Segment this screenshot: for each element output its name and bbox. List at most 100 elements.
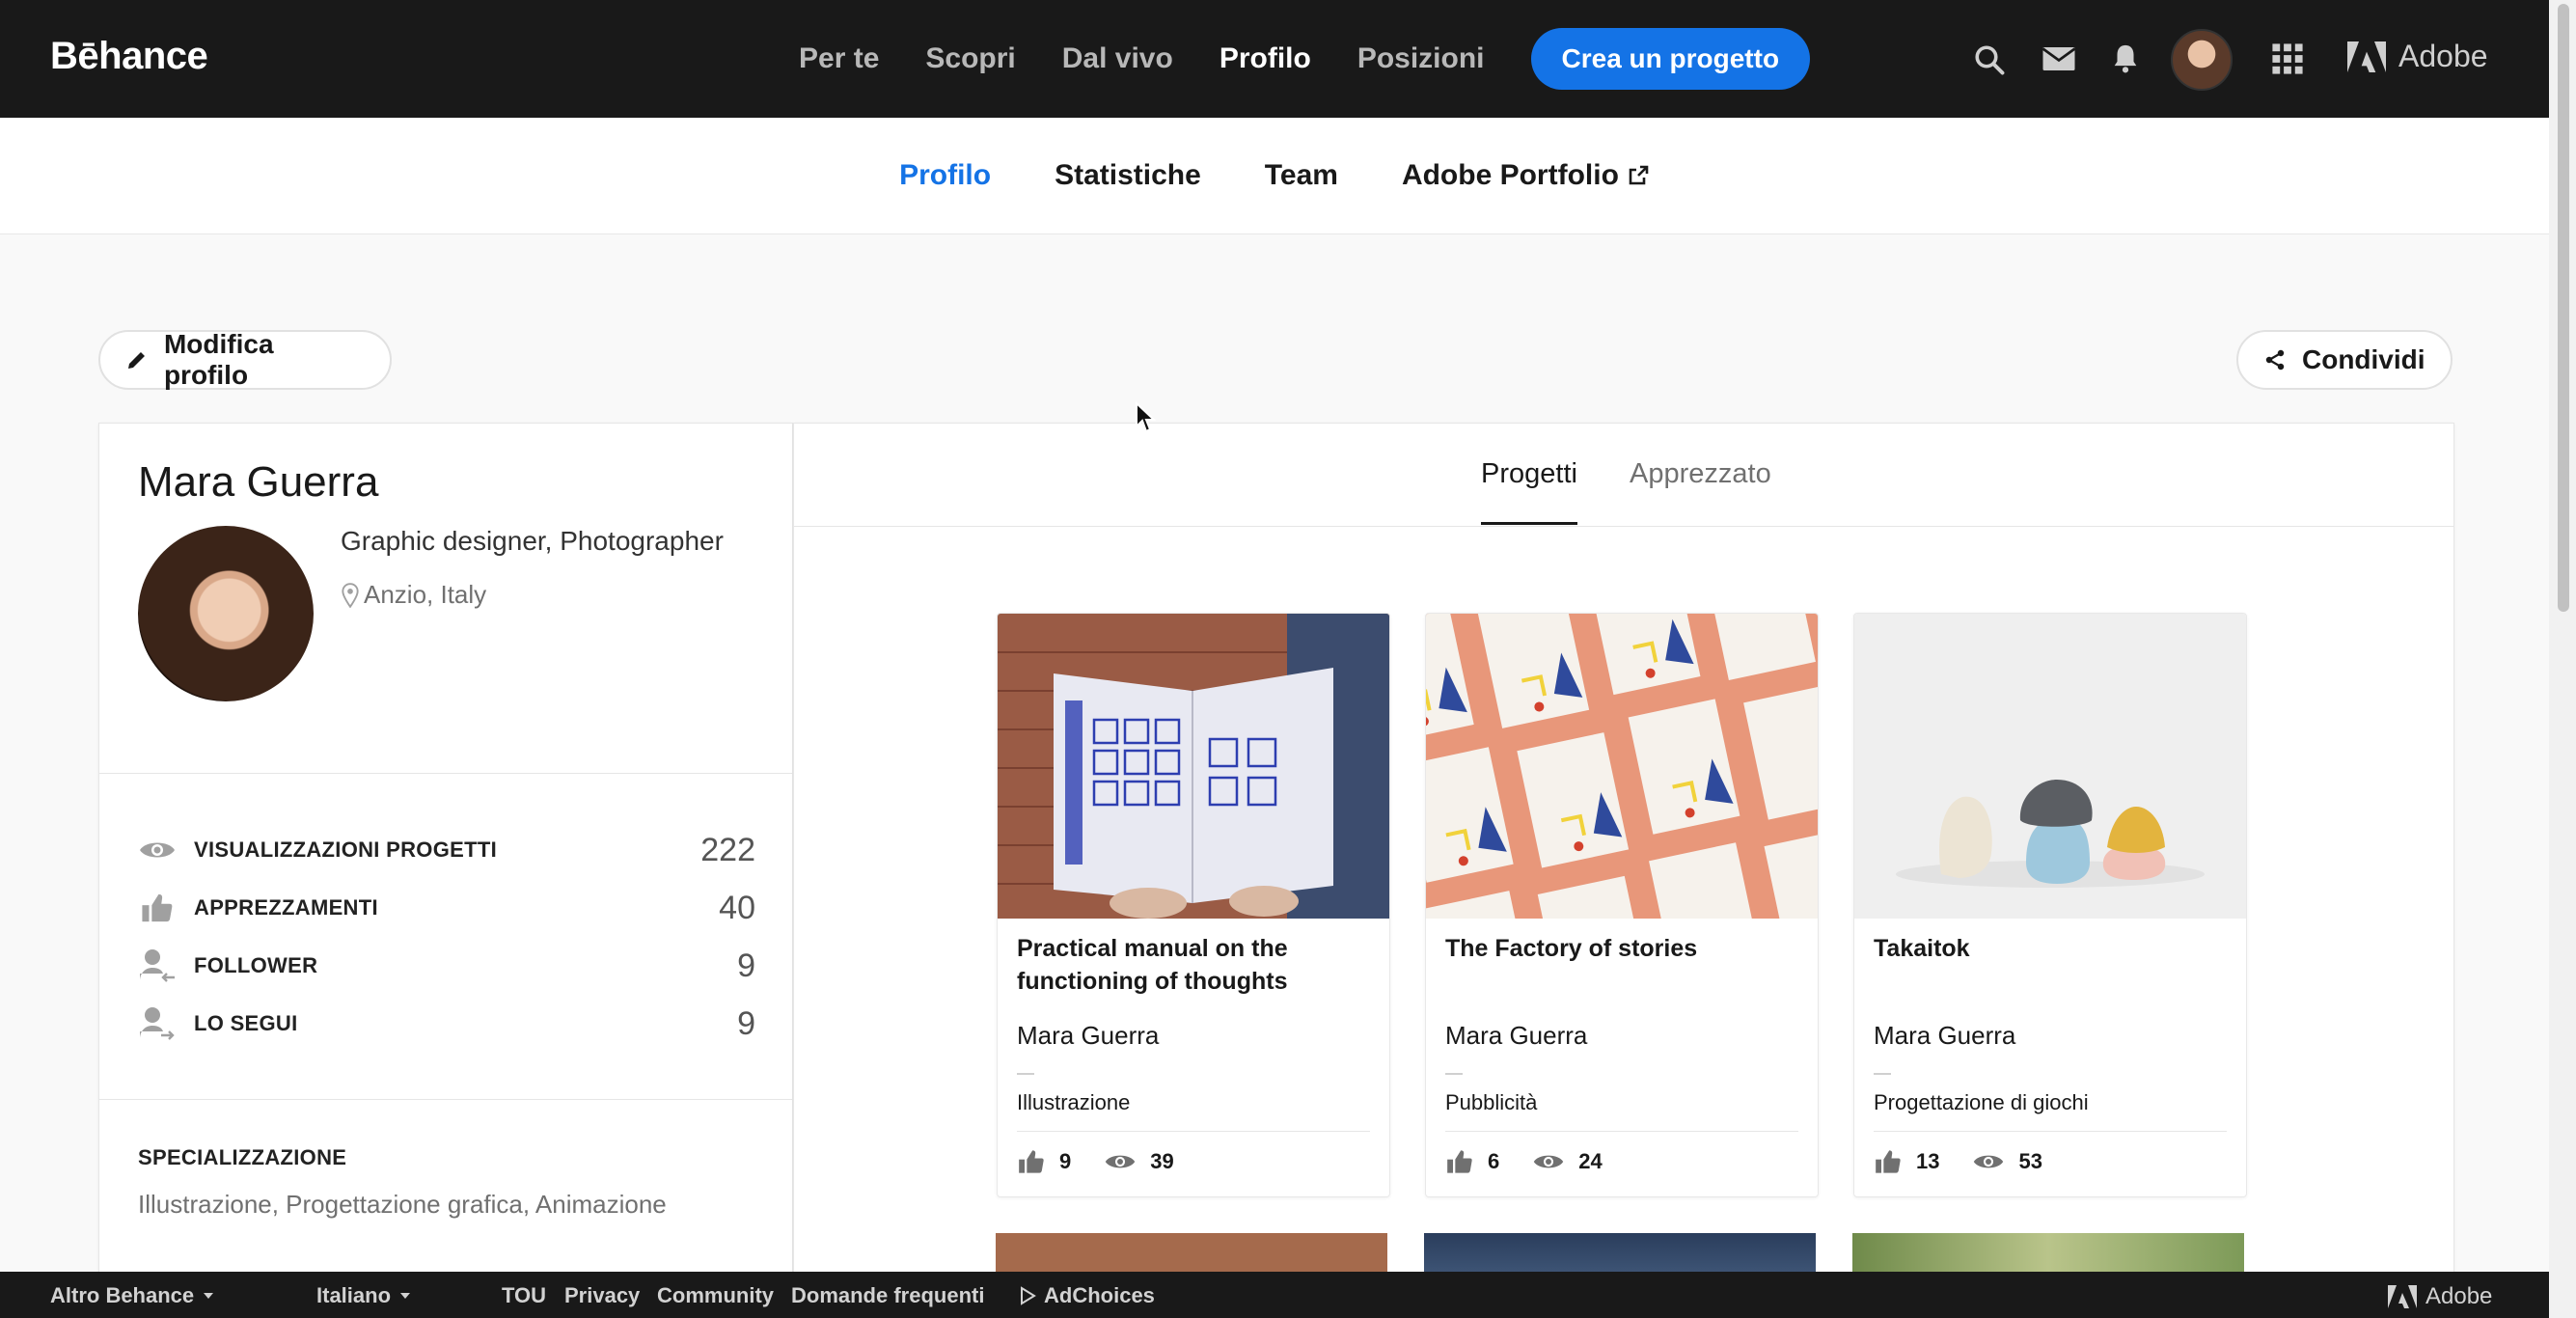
adchoices-icon — [1021, 1286, 1036, 1305]
thumbs-up-icon — [1876, 1150, 1901, 1173]
stat-value: 9 — [737, 947, 755, 984]
project-owner[interactable]: Mara Guerra — [1445, 1021, 1587, 1051]
adobe-link[interactable]: Adobe — [2346, 39, 2488, 74]
project-owner[interactable]: Mara Guerra — [1017, 1021, 1159, 1051]
stat-followers[interactable]: FOLLOWER 9 — [138, 947, 755, 985]
stat-value: 222 — [700, 831, 755, 868]
footer-link-community[interactable]: Community — [657, 1283, 774, 1308]
profile-sidebar: Mara Guerra Graphic designer, Photograph… — [98, 423, 793, 1293]
footer-adobe-label: Adobe — [2425, 1283, 2493, 1309]
profile-subnav: Profilo Statistiche Team Adobe Portfolio — [0, 118, 2549, 234]
divider — [1874, 1131, 2227, 1132]
adobe-logo-icon — [2388, 1285, 2417, 1308]
apps-grid-icon[interactable] — [2271, 42, 2304, 80]
project-owner[interactable]: Mara Guerra — [1874, 1021, 2015, 1051]
search-icon[interactable] — [1972, 42, 2007, 82]
project-title[interactable]: The Factory of stories — [1445, 932, 1798, 965]
language-label: Italiano — [316, 1283, 392, 1307]
project-likes: 13 — [1916, 1149, 1940, 1173]
edit-profile-button[interactable]: Modifica profilo — [98, 329, 392, 390]
scrollbar-thumb[interactable] — [2558, 4, 2569, 612]
subnav-adobe-portfolio[interactable]: Adobe Portfolio — [1402, 159, 1650, 192]
stat-label: VISUALIZZAZIONI PROGETTI — [194, 837, 497, 862]
footer-link-tou[interactable]: TOU — [502, 1283, 546, 1308]
divider — [1874, 1073, 1891, 1075]
bell-icon[interactable] — [2111, 42, 2140, 80]
nav-dal-vivo[interactable]: Dal vivo — [1062, 42, 1173, 75]
external-link-icon — [1629, 165, 1649, 185]
user-avatar[interactable] — [2171, 29, 2233, 91]
subnav-team[interactable]: Team — [1265, 159, 1338, 192]
pencil-icon — [127, 352, 145, 369]
project-views: 39 — [1150, 1149, 1174, 1173]
project-field[interactable]: Progettazione di giochi — [1874, 1090, 2089, 1115]
profile-location[interactable]: Anzio, Italy — [341, 580, 486, 610]
more-behance-dropdown[interactable]: Altro Behance — [50, 1283, 215, 1308]
specialization-title: SPECIALIZZAZIONE — [138, 1145, 347, 1169]
share-label: Condividi — [2302, 344, 2425, 374]
location-pin-icon — [342, 582, 359, 608]
specialization-text: Illustrazione, Progettazione grafica, An… — [138, 1190, 667, 1219]
stat-label: FOLLOWER — [194, 953, 318, 977]
divider — [99, 773, 792, 774]
share-button[interactable]: Condividi — [2236, 330, 2453, 390]
footer-adobe-link[interactable]: Adobe — [2387, 1283, 2492, 1310]
thumbs-up-icon — [138, 889, 177, 927]
eye-icon — [1106, 1155, 1136, 1168]
project-card[interactable]: Practical manual on the functioning of t… — [997, 613, 1390, 1197]
mouse-cursor-icon — [1135, 400, 1157, 439]
adchoices-link[interactable]: AdChoices — [1019, 1283, 1155, 1308]
project-title[interactable]: Practical manual on the functioning of t… — [1017, 932, 1370, 998]
footer-link-faq[interactable]: Domande frequenti — [791, 1283, 984, 1308]
project-title[interactable]: Takaitok — [1874, 932, 2227, 965]
chevron-down-icon — [204, 1293, 214, 1299]
nav-profilo[interactable]: Profilo — [1219, 42, 1311, 75]
divider — [1445, 1073, 1463, 1075]
more-behance-label: Altro Behance — [50, 1283, 195, 1307]
mail-icon[interactable] — [2042, 44, 2076, 78]
thumbs-up-icon — [1019, 1150, 1044, 1173]
nav-scopri[interactable]: Scopri — [925, 42, 1015, 75]
subnav-profilo[interactable]: Profilo — [899, 159, 991, 192]
project-stats: 13 53 — [1874, 1148, 2042, 1175]
project-card[interactable]: The Factory of stories Mara Guerra Pubbl… — [1425, 613, 1819, 1197]
footer-link-privacy[interactable]: Privacy — [564, 1283, 640, 1308]
profile-location-text: Anzio, Italy — [364, 580, 487, 609]
adobe-label: Adobe — [2398, 39, 2488, 73]
stat-appreciations[interactable]: APPREZZAMENTI 40 — [138, 889, 755, 927]
project-card[interactable]: Takaitok Mara Guerra Progettazione di gi… — [1853, 613, 2247, 1197]
language-dropdown[interactable]: Italiano — [316, 1283, 412, 1308]
thumbs-up-icon — [1447, 1150, 1472, 1173]
project-thumbnail[interactable] — [1854, 614, 2246, 919]
active-tab-indicator — [1481, 522, 1577, 525]
project-thumbnail[interactable] — [998, 614, 1389, 919]
stat-value: 40 — [719, 889, 755, 926]
footer: Altro Behance Italiano TOU Privacy Commu… — [0, 1272, 2549, 1318]
create-project-button[interactable]: Crea un progetto — [1530, 28, 1811, 90]
stat-value: 9 — [737, 1004, 755, 1042]
nav-per-te[interactable]: Per te — [799, 42, 879, 75]
profile-role: Graphic designer, Photographer — [341, 526, 724, 556]
divider — [1017, 1073, 1034, 1075]
project-thumbnail[interactable] — [1426, 614, 1818, 919]
stat-project-views[interactable]: VISUALIZZAZIONI PROGETTI 222 — [138, 831, 755, 869]
main-nav: Per te Scopri Dal vivo Profilo Posizioni… — [799, 0, 1811, 118]
edit-profile-label: Modifica profilo — [163, 329, 274, 390]
tab-apprezzato[interactable]: Apprezzato — [1630, 458, 1771, 490]
project-tabs: Progetti Apprezzato — [794, 424, 2453, 527]
project-field[interactable]: Illustrazione — [1017, 1090, 1130, 1115]
subnav-adobe-portfolio-label: Adobe Portfolio — [1401, 159, 1619, 191]
tab-progetti[interactable]: Progetti — [1481, 458, 1577, 490]
chevron-down-icon — [400, 1293, 411, 1299]
subnav-statistiche[interactable]: Statistiche — [1055, 159, 1201, 192]
behance-logo[interactable]: Bēhance — [50, 35, 208, 78]
stat-following[interactable]: LO SEGUI 9 — [138, 1004, 755, 1043]
project-views: 53 — [2018, 1149, 2042, 1173]
project-field[interactable]: Pubblicità — [1445, 1090, 1537, 1115]
nav-posizioni[interactable]: Posizioni — [1357, 42, 1485, 75]
adobe-logo-icon — [2347, 41, 2386, 72]
project-views: 24 — [1578, 1149, 1603, 1173]
projects-panel: Progetti Apprezzato Practical manual on … — [793, 423, 2454, 1293]
divider — [1445, 1131, 1798, 1132]
divider — [99, 1099, 792, 1100]
